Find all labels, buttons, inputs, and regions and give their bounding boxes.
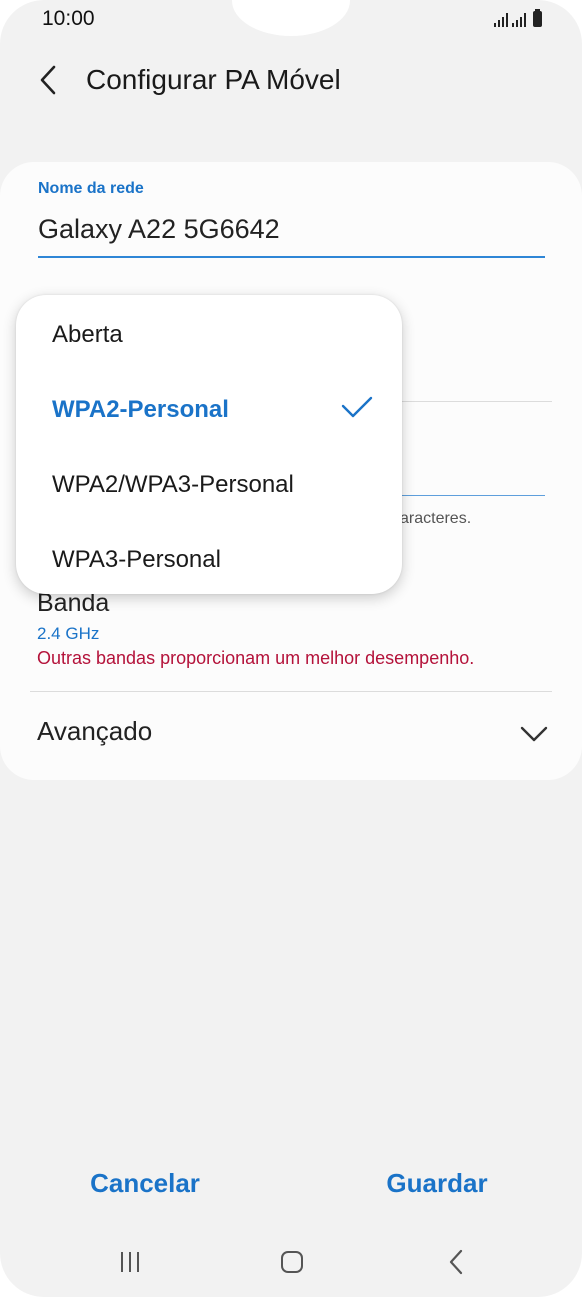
cancel-button[interactable]: Cancelar — [60, 1160, 230, 1206]
security-option-wpa2-wpa3-personal[interactable]: WPA2/WPA3-Personal — [16, 447, 402, 519]
app-header: Configurar PA Móvel — [0, 50, 582, 110]
status-icons — [494, 9, 542, 27]
recent-apps-icon[interactable] — [110, 1246, 150, 1278]
back-icon[interactable] — [436, 1246, 476, 1278]
divider — [30, 691, 552, 692]
signal-icon — [494, 13, 508, 27]
option-label: WPA3-Personal — [52, 546, 221, 573]
chevron-down-icon — [520, 726, 548, 742]
option-label: WPA2-Personal — [52, 396, 229, 423]
status-bar: 10:00 — [0, 0, 582, 38]
divider — [400, 401, 552, 402]
option-label: WPA2/WPA3-Personal — [52, 471, 294, 498]
band-value: 2.4 GHz — [37, 624, 100, 643]
battery-icon — [533, 9, 542, 27]
option-label: Aberta — [52, 321, 123, 348]
navigation-bar — [0, 1232, 582, 1292]
security-option-wpa3-personal[interactable]: WPA3-Personal — [16, 522, 402, 594]
save-button[interactable]: Guardar — [352, 1160, 522, 1206]
band-warning: Outras bandas proporcionam um melhor des… — [37, 648, 475, 668]
network-name-label: Nome da rede — [38, 180, 144, 197]
network-name-underline — [38, 256, 545, 258]
signal-icon — [512, 13, 526, 27]
page-title: Configurar PA Móvel — [86, 64, 341, 95]
security-option-aberta[interactable]: Aberta — [16, 297, 402, 369]
security-option-wpa2-personal[interactable]: WPA2-Personal — [16, 372, 402, 444]
advanced-label: Avançado — [37, 716, 153, 746]
back-button[interactable] — [28, 58, 68, 102]
advanced-toggle[interactable]: Avançado — [0, 702, 582, 762]
camera-notch — [232, 0, 350, 36]
hotspot-config-screen: 10:00 Configurar PA Móvel Nome da rede G… — [0, 0, 582, 1297]
network-name-input[interactable]: Galaxy A22 5G6642 — [38, 214, 280, 245]
home-icon[interactable] — [275, 1246, 309, 1278]
check-icon — [341, 396, 373, 418]
password-hint: aracteres. — [400, 510, 472, 527]
status-time: 10:00 — [42, 7, 95, 30]
chevron-left-icon — [449, 1249, 463, 1275]
security-dropdown-menu: Aberta WPA2-Personal WPA2/WPA3-Personal … — [16, 295, 402, 594]
chevron-left-icon — [40, 65, 56, 95]
password-underline — [400, 495, 545, 496]
